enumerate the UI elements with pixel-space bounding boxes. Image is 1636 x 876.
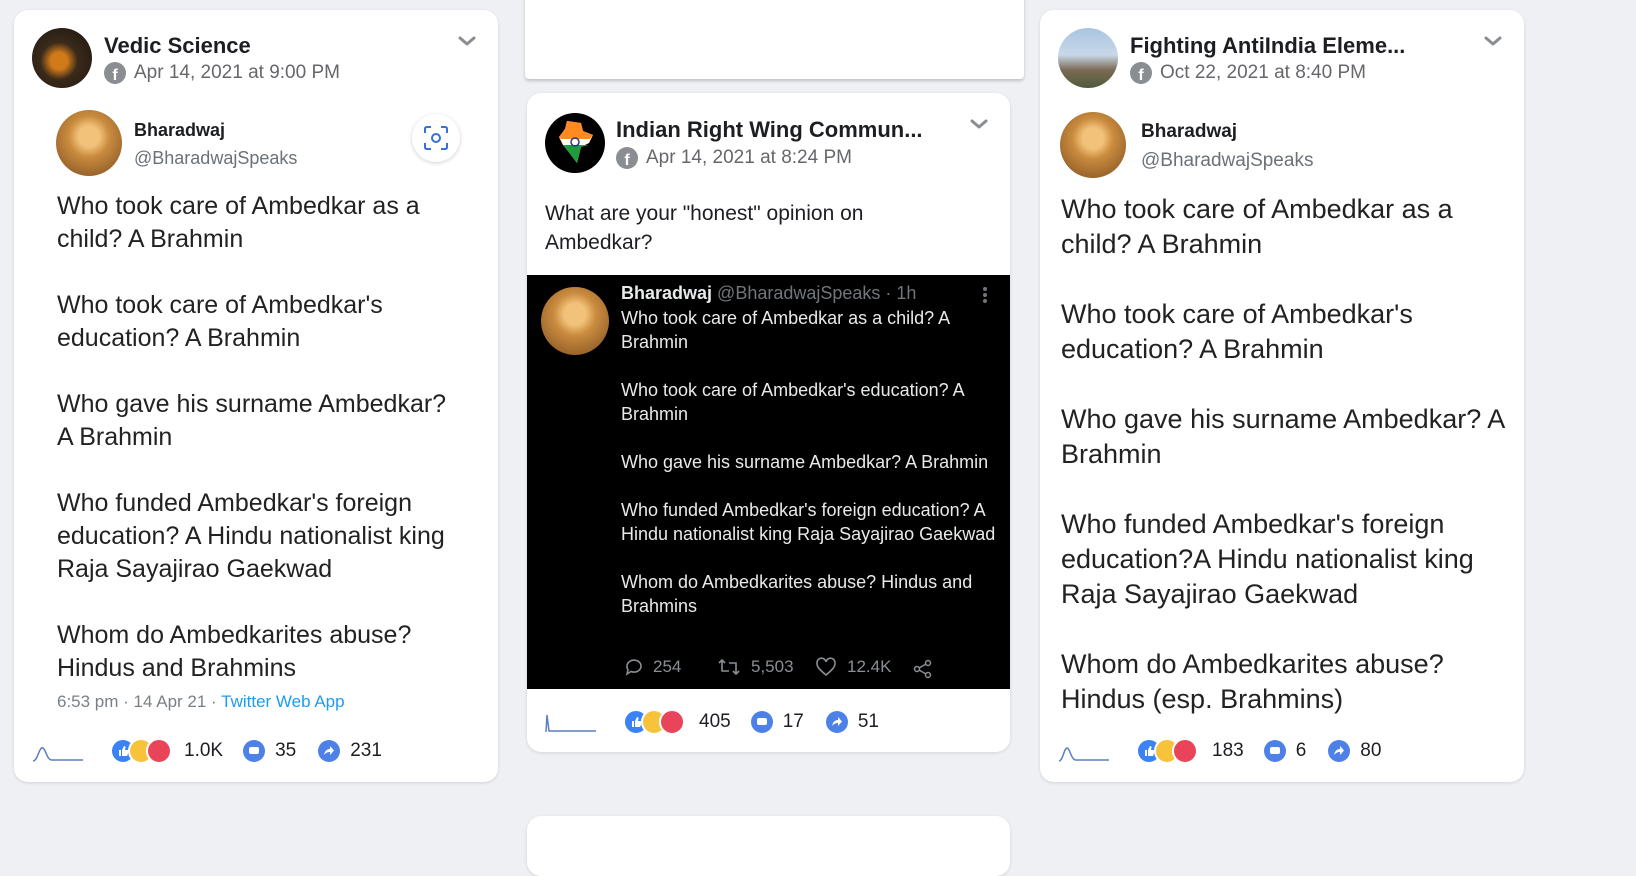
tweet-line: Who took care of Ambedkar's education? A…: [1061, 299, 1413, 364]
tweet-line: Who gave his surname Ambedkar? A Brahmin: [621, 452, 989, 472]
tweet-text: Who took care of Ambedkar as a child? A …: [621, 306, 999, 642]
comment-count[interactable]: 6: [1296, 740, 1307, 762]
tweet-reply-stat[interactable]: 254: [623, 657, 681, 677]
love-reaction-icon: [1172, 738, 1198, 764]
tweet-author-handle: @BharadwajSpeaks · 1h: [717, 283, 917, 303]
tweet-avatar: [56, 110, 122, 176]
post-card: Vedic Science f Apr 14, 2021 at 9:00 PM …: [14, 10, 498, 782]
tweet-author-handle: @BharadwajSpeaks: [1141, 150, 1314, 171]
tweet-author-name: Bharadwaj: [621, 283, 713, 303]
tweet-retweet-stat[interactable]: 5,503: [717, 657, 794, 677]
post-stats: 405 17 51: [545, 709, 879, 735]
post-card: Indian Right Wing Commun... f Apr 14, 20…: [527, 93, 1010, 752]
post-caption: What are your "honest" opinion on Ambedk…: [545, 202, 864, 254]
scan-icon: [424, 126, 448, 150]
tweet-author-name: Bharadwaj: [1141, 121, 1238, 142]
share-count[interactable]: 80: [1360, 740, 1381, 762]
post-date[interactable]: Oct 22, 2021 at 8:40 PM: [1160, 62, 1366, 84]
tweet-line: Who gave his surname Ambedkar? A Brahmin: [1061, 404, 1504, 469]
tweet-line: Whom do Ambedkarites abuse? Hindus and B…: [57, 621, 412, 682]
heart-icon: [816, 657, 836, 677]
reaction-count[interactable]: 1.0K: [184, 740, 223, 762]
chevron-down-icon[interactable]: [968, 113, 990, 135]
post-stats: 183 6 80: [1058, 738, 1381, 764]
chevron-down-icon[interactable]: [1482, 30, 1504, 52]
visual-search-button[interactable]: [412, 114, 460, 162]
reaction-icons[interactable]: [623, 709, 685, 735]
retweet-count: 5,503: [751, 657, 794, 676]
page-name[interactable]: Vedic Science: [104, 33, 251, 59]
page-avatar[interactable]: [545, 113, 605, 173]
retweet-icon: [718, 658, 740, 676]
india-flag-map-icon: [559, 121, 593, 163]
tweet-timestamp-row: 6:53 pm · 14 Apr 21 · Twitter Web App: [57, 692, 345, 712]
facebook-icon: f: [104, 62, 126, 84]
page-name[interactable]: Fighting AntiIndia Eleme...: [1130, 33, 1405, 59]
chevron-down-icon[interactable]: [456, 30, 478, 52]
tweet-line: Who took care of Ambedkar as a child? A …: [57, 192, 420, 253]
tweet-line: Who took care of Ambedkar as a child? A …: [621, 308, 950, 352]
love-reaction-icon: [659, 709, 685, 735]
post-date[interactable]: Apr 14, 2021 at 8:24 PM: [646, 147, 852, 169]
tweet-line: Who took care of Ambedkar's education? A…: [621, 380, 964, 424]
tweet-timestamp: 6:53 pm · 14 Apr 21 ·: [57, 692, 222, 711]
page-name[interactable]: Indian Right Wing Commun...: [616, 117, 923, 143]
tweet-line: Whom do Ambedkarites abuse? Hindus and B…: [621, 572, 973, 616]
comment-count[interactable]: 17: [783, 711, 804, 733]
tweet-source-link[interactable]: Twitter Web App: [221, 692, 344, 711]
reaction-icons[interactable]: [110, 738, 172, 764]
sparkline-icon: [545, 714, 596, 733]
tweet-line: Who took care of Ambedkar's education? A…: [57, 291, 383, 352]
post-meta: f Oct 22, 2021 at 8:40 PM: [1130, 62, 1366, 84]
tweet-line: Who funded Ambedkar's foreign education?…: [57, 489, 445, 583]
post-date[interactable]: Apr 14, 2021 at 9:00 PM: [134, 62, 340, 84]
tweet-author-name: Bharadwaj: [134, 120, 226, 140]
post-card-partial: [525, 0, 1024, 79]
tweet-like-stat[interactable]: 12.4K: [815, 657, 891, 677]
like-count: 12.4K: [847, 657, 892, 676]
tweet-avatar: [541, 287, 609, 355]
tweet-line: Who funded Ambedkar's foreign education?…: [621, 500, 996, 544]
love-reaction-icon: [146, 738, 172, 764]
tweet-line: Whom do Ambedkarites abuse? Hindus (esp.…: [1061, 649, 1444, 714]
comment-count[interactable]: 35: [275, 740, 296, 762]
reply-count: 254: [653, 657, 682, 676]
facebook-icon: f: [1130, 62, 1152, 84]
comment-icon[interactable]: [750, 711, 773, 733]
reply-icon: [625, 659, 642, 676]
tweet-line: Who funded Ambedkar's foreign education?…: [1061, 509, 1474, 609]
page-avatar[interactable]: [32, 28, 92, 88]
reaction-count[interactable]: 405: [699, 711, 731, 733]
tweet-text: Who took care of Ambedkar as a child? A …: [57, 190, 457, 718]
share-icon[interactable]: [1328, 740, 1351, 762]
facebook-icon: f: [616, 147, 638, 169]
sparkline-icon: [1058, 747, 1109, 762]
post-card: Fighting AntiIndia Eleme... f Oct 22, 20…: [1040, 10, 1524, 782]
tweet-header: Bharadwaj @BharadwajSpeaks · 1h: [621, 283, 916, 304]
post-card-partial: [527, 816, 1010, 876]
post-stats: 1.0K 35 231: [32, 738, 382, 764]
share-count[interactable]: 231: [350, 740, 382, 762]
reaction-count[interactable]: 183: [1212, 740, 1244, 762]
post-meta: f Apr 14, 2021 at 8:24 PM: [616, 147, 852, 169]
tweet-text: Who took care of Ambedkar as a child? A …: [1061, 192, 1517, 717]
post-meta: f Apr 14, 2021 at 9:00 PM: [104, 62, 340, 84]
sparkline-icon: [32, 747, 83, 762]
reaction-icons[interactable]: [1136, 738, 1198, 764]
tweet-screenshot: Bharadwaj @BharadwajSpeaks · 1h Who took…: [527, 275, 1010, 689]
share-icon[interactable]: [913, 659, 933, 679]
share-icon[interactable]: [825, 711, 848, 733]
tweet-avatar: [1060, 112, 1126, 178]
more-options-icon[interactable]: [981, 285, 989, 305]
tweet-author-handle: @BharadwajSpeaks: [134, 148, 298, 168]
comment-icon[interactable]: [1263, 740, 1286, 762]
tweet-line: Who gave his surname Ambedkar? A Brahmin: [57, 390, 447, 451]
share-count[interactable]: 51: [858, 711, 879, 733]
page-avatar[interactable]: [1058, 28, 1118, 88]
share-icon[interactable]: [318, 740, 341, 762]
comment-icon[interactable]: [243, 740, 266, 762]
tweet-line: Who took care of Ambedkar as a child? A …: [1061, 194, 1453, 259]
